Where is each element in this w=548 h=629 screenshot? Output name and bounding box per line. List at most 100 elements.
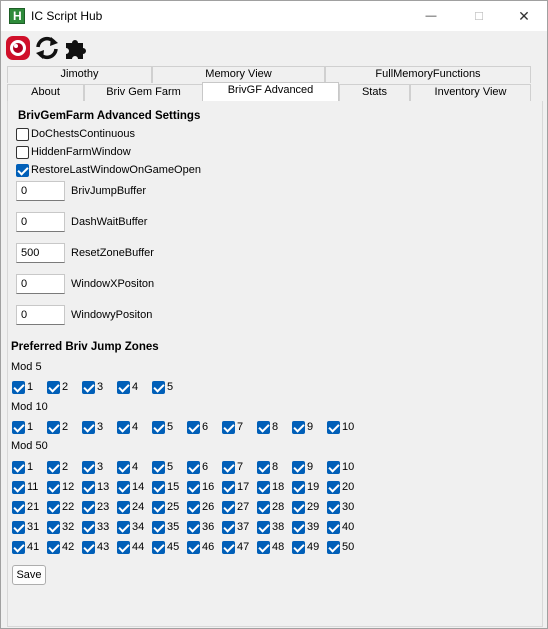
mod50-zone-50[interactable]: 50 (327, 540, 354, 554)
mod5-zone-2[interactable]: 2 (47, 380, 68, 394)
mod50-zone-19[interactable]: 19 (292, 480, 319, 494)
mod10-zone-3[interactable]: 3 (82, 420, 103, 434)
mod50-zone-20[interactable]: 20 (327, 480, 354, 494)
mod50-zone-18[interactable]: 18 (257, 480, 284, 494)
minimize-button[interactable]: — (408, 1, 454, 31)
mod50-zone-28[interactable]: 28 (257, 500, 284, 514)
mod50-zone-16[interactable]: 16 (187, 480, 214, 494)
checkbox[interactable] (152, 420, 165, 434)
mod50-zone-15[interactable]: 15 (152, 480, 179, 494)
checkbox[interactable] (117, 500, 130, 514)
checkbox[interactable] (117, 540, 130, 554)
mod50-zone-17[interactable]: 17 (222, 480, 249, 494)
mod50-zone-4[interactable]: 4 (117, 460, 138, 474)
save-button[interactable]: Save (12, 565, 46, 585)
mod50-zone-7[interactable]: 7 (222, 460, 243, 474)
checkbox[interactable] (222, 420, 235, 434)
mod5-zone-4[interactable]: 4 (117, 380, 138, 394)
checkbox[interactable] (292, 520, 305, 534)
checkbox[interactable] (222, 500, 235, 514)
mod50-zone-25[interactable]: 25 (152, 500, 179, 514)
checkbox[interactable] (257, 460, 270, 474)
checkbox[interactable] (257, 500, 270, 514)
tab-briv-gem-farm[interactable]: Briv Gem Farm (84, 84, 203, 101)
mod10-zone-9[interactable]: 9 (292, 420, 313, 434)
checkbox[interactable] (117, 460, 130, 474)
checkbox[interactable] (12, 380, 25, 394)
mod10-zone-5[interactable]: 5 (152, 420, 173, 434)
mod50-zone-42[interactable]: 42 (47, 540, 74, 554)
tab-brivgf-advanced[interactable]: BrivGF Advanced (202, 82, 339, 101)
mod50-zone-11[interactable]: 11 (12, 480, 38, 494)
mod50-zone-12[interactable]: 12 (47, 480, 74, 494)
reset-zone-buffer-input[interactable]: 500 (16, 243, 65, 263)
mod5-zone-5[interactable]: 5 (152, 380, 173, 394)
mod50-zone-9[interactable]: 9 (292, 460, 313, 474)
mod50-zone-45[interactable]: 45 (152, 540, 179, 554)
checkbox[interactable] (187, 500, 200, 514)
checkbox[interactable] (292, 540, 305, 554)
close-button[interactable]: ✕ (501, 1, 547, 31)
checkbox[interactable] (257, 420, 270, 434)
mod50-zone-34[interactable]: 34 (117, 520, 144, 534)
checkbox[interactable] (152, 500, 165, 514)
tab-jimothy[interactable]: Jimothy (7, 66, 152, 83)
tab-about[interactable]: About (7, 84, 84, 101)
mod50-zone-44[interactable]: 44 (117, 540, 144, 554)
mod10-zone-7[interactable]: 7 (222, 420, 243, 434)
mod50-zone-29[interactable]: 29 (292, 500, 319, 514)
checkbox[interactable] (82, 540, 95, 554)
checkbox[interactable] (82, 520, 95, 534)
checkbox[interactable] (257, 480, 270, 494)
mod50-zone-5[interactable]: 5 (152, 460, 173, 474)
mod50-zone-31[interactable]: 31 (12, 520, 39, 534)
checkbox[interactable] (12, 540, 25, 554)
dash-wait-buffer-input[interactable]: 0 (16, 212, 65, 232)
checkbox[interactable] (327, 460, 340, 474)
window-y-position-input[interactable]: 0 (16, 305, 65, 325)
tab-full-memory-functions[interactable]: FullMemoryFunctions (325, 66, 531, 83)
mod50-zone-10[interactable]: 10 (327, 460, 354, 474)
checkbox[interactable] (16, 127, 29, 141)
checkbox[interactable] (327, 420, 340, 434)
mod50-zone-48[interactable]: 48 (257, 540, 284, 554)
checkbox[interactable] (47, 460, 60, 474)
checkbox[interactable] (257, 520, 270, 534)
tab-inventory-view[interactable]: Inventory View (410, 84, 531, 101)
checkbox[interactable] (82, 380, 95, 394)
mod5-zone-3[interactable]: 3 (82, 380, 103, 394)
checkbox[interactable] (82, 480, 95, 494)
checkbox[interactable] (12, 480, 25, 494)
checkbox[interactable] (152, 520, 165, 534)
mod5-zone-1[interactable]: 1 (12, 380, 33, 394)
eye-icon[interactable] (5, 35, 31, 61)
checkbox[interactable] (222, 540, 235, 554)
checkbox[interactable] (187, 480, 200, 494)
checkbox[interactable] (222, 460, 235, 474)
mod50-zone-43[interactable]: 43 (82, 540, 109, 554)
mod50-zone-26[interactable]: 26 (187, 500, 214, 514)
mod50-zone-2[interactable]: 2 (47, 460, 68, 474)
tab-memory-view[interactable]: Memory View (152, 66, 325, 83)
window-x-position-input[interactable]: 0 (16, 274, 65, 294)
checkbox[interactable] (47, 520, 60, 534)
maximize-button[interactable]: ☐ (456, 1, 502, 31)
option-hidden-farm-window[interactable]: HiddenFarmWindow (16, 145, 131, 159)
checkbox[interactable] (327, 480, 340, 494)
refresh-icon[interactable] (34, 35, 60, 61)
mod50-zone-46[interactable]: 46 (187, 540, 214, 554)
mod10-zone-4[interactable]: 4 (117, 420, 138, 434)
checkbox[interactable] (257, 540, 270, 554)
checkbox[interactable] (82, 500, 95, 514)
title-bar[interactable]: H IC Script Hub — ☐ ✕ (1, 1, 547, 31)
checkbox[interactable] (187, 520, 200, 534)
mod10-zone-1[interactable]: 1 (12, 420, 33, 434)
checkbox[interactable] (16, 145, 29, 159)
mod50-zone-24[interactable]: 24 (117, 500, 144, 514)
mod10-zone-8[interactable]: 8 (257, 420, 278, 434)
checkbox[interactable] (152, 460, 165, 474)
checkbox[interactable] (187, 460, 200, 474)
checkbox[interactable] (292, 420, 305, 434)
mod50-zone-33[interactable]: 33 (82, 520, 109, 534)
checkbox[interactable] (292, 480, 305, 494)
